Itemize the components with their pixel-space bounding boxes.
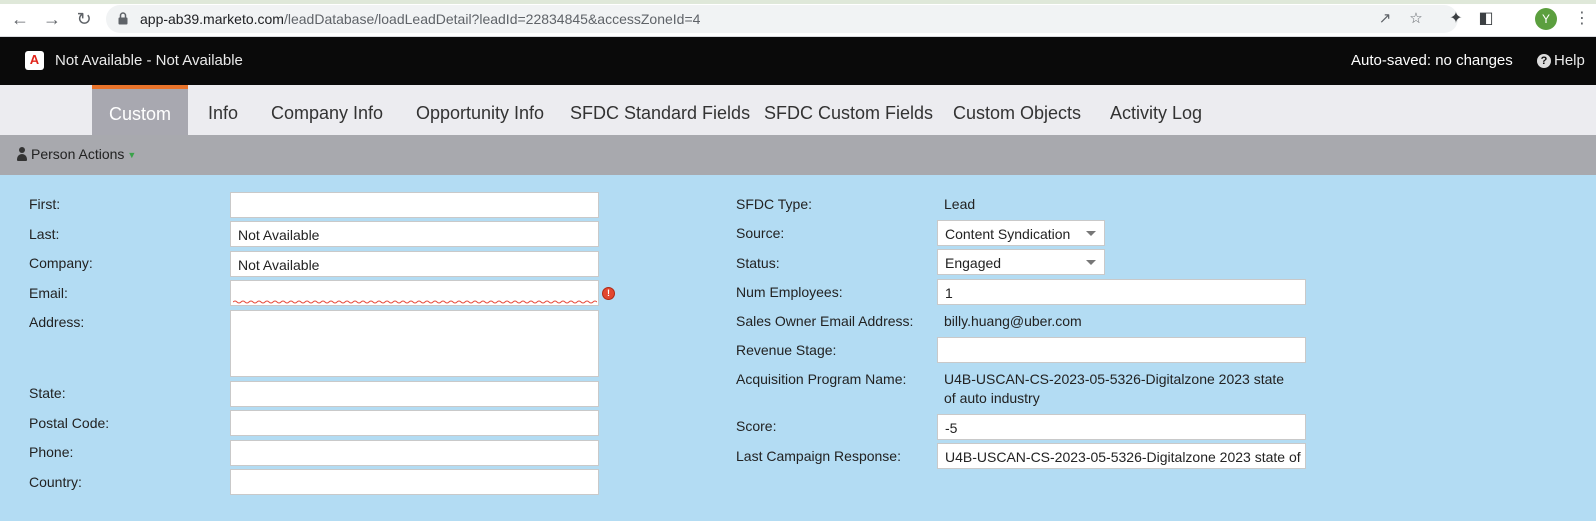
chevron-down-icon bbox=[1086, 231, 1096, 236]
first-name-label: First: bbox=[29, 196, 61, 212]
address-label: Address: bbox=[29, 314, 85, 330]
lock-icon bbox=[118, 12, 128, 25]
tab-custom[interactable]: Custom bbox=[92, 85, 188, 135]
error-icon[interactable]: ! bbox=[602, 287, 615, 300]
autosave-status: Auto-saved: no changes bbox=[1351, 52, 1513, 69]
phone-field[interactable] bbox=[230, 440, 599, 466]
back-arrow-icon[interactable]: ← bbox=[10, 9, 30, 29]
status-value: Engaged bbox=[945, 255, 1002, 271]
last-name-field[interactable]: Not Available bbox=[230, 221, 599, 247]
url-path: /leadDatabase/loadLeadDetail?leadId=2283… bbox=[283, 11, 701, 27]
forward-arrow-icon[interactable]: → bbox=[42, 9, 62, 29]
revenue-stage-label: Revenue Stage: bbox=[736, 342, 837, 358]
person-actions-menu[interactable]: Person Actions ▼ bbox=[16, 146, 136, 162]
tab-activity-log[interactable]: Activity Log bbox=[1103, 85, 1209, 135]
acquisition-program-value-line2: of auto industry bbox=[944, 390, 1040, 406]
last-campaign-response-field[interactable]: U4B-USCAN-CS-2023-05-5326-Digitalzone 20… bbox=[937, 443, 1306, 469]
tab-info[interactable]: Info bbox=[196, 85, 250, 135]
tab-company-info[interactable]: Company Info bbox=[265, 85, 389, 135]
more-icon[interactable]: ⋮ bbox=[1574, 9, 1590, 29]
chevron-down-icon bbox=[1086, 260, 1096, 265]
email-label: Email: bbox=[29, 285, 68, 301]
source-value: Content Syndication bbox=[945, 226, 1071, 242]
status-select[interactable]: Engaged bbox=[937, 249, 1105, 275]
acquisition-program-label: Acquisition Program Name: bbox=[736, 371, 907, 387]
share-icon[interactable]: ↗ bbox=[1376, 10, 1394, 28]
revenue-stage-field[interactable] bbox=[937, 337, 1306, 363]
adobe-logo-icon[interactable]: A bbox=[25, 51, 44, 70]
star-icon[interactable]: ☆ bbox=[1407, 10, 1425, 28]
company-label: Company: bbox=[29, 255, 93, 271]
acquisition-program-value-line1: U4B-USCAN-CS-2023-05-5326-Digitalzone 20… bbox=[944, 371, 1285, 387]
tab-sfdc-standard-fields[interactable]: SFDC Standard Fields bbox=[570, 85, 750, 135]
profile-avatar[interactable]: Y bbox=[1535, 8, 1557, 30]
num-employees-field[interactable]: 1 bbox=[937, 279, 1306, 305]
validation-underline bbox=[233, 300, 597, 304]
last-campaign-response-label: Last Campaign Response: bbox=[736, 448, 901, 464]
reload-icon[interactable]: ↻ bbox=[74, 9, 94, 29]
browser-toolbar: ← → ↻ app-ab39.marketo.com/leadDatabase/… bbox=[0, 0, 1596, 37]
sfdc-type-label: SFDC Type: bbox=[736, 196, 812, 212]
last-name-label: Last: bbox=[29, 226, 60, 242]
sales-owner-email-value: billy.huang@uber.com bbox=[944, 313, 1082, 329]
person-icon bbox=[16, 147, 27, 161]
postal-code-label: Postal Code: bbox=[29, 415, 110, 431]
tab-bar: Custom Info Company Info Opportunity Inf… bbox=[0, 85, 1596, 135]
tab-custom-objects[interactable]: Custom Objects bbox=[948, 85, 1086, 135]
first-name-field[interactable] bbox=[230, 192, 599, 218]
state-field[interactable] bbox=[230, 381, 599, 407]
help-icon: ? bbox=[1537, 54, 1551, 68]
tab-opportunity-info[interactable]: Opportunity Info bbox=[407, 85, 553, 135]
phone-label: Phone: bbox=[29, 444, 74, 460]
score-label: Score: bbox=[736, 418, 777, 434]
page-title: Not Available - Not Available bbox=[55, 52, 243, 69]
status-label: Status: bbox=[736, 255, 780, 271]
extensions-icon[interactable]: ✦ bbox=[1446, 9, 1466, 29]
side-panel-icon[interactable]: ◧ bbox=[1476, 9, 1496, 29]
address-bar[interactable]: app-ab39.marketo.com/leadDatabase/loadLe… bbox=[106, 5, 1458, 33]
address-field[interactable] bbox=[230, 310, 599, 377]
postal-code-field[interactable] bbox=[230, 410, 599, 436]
state-label: State: bbox=[29, 385, 66, 401]
sales-owner-email-label: Sales Owner Email Address: bbox=[736, 313, 914, 329]
source-select[interactable]: Content Syndication bbox=[937, 220, 1105, 246]
person-actions-label: Person Actions bbox=[31, 146, 125, 162]
country-field[interactable] bbox=[230, 469, 599, 495]
source-label: Source: bbox=[736, 225, 785, 241]
help-link[interactable]: ? Help bbox=[1537, 52, 1585, 69]
num-employees-label: Num Employees: bbox=[736, 284, 843, 300]
url-host: app-ab39.marketo.com bbox=[140, 11, 284, 27]
company-field[interactable]: Not Available bbox=[230, 251, 599, 277]
score-field[interactable]: -5 bbox=[937, 414, 1306, 440]
country-label: Country: bbox=[29, 474, 82, 490]
dropdown-arrow-icon: ▼ bbox=[127, 150, 137, 160]
app-header: A Not Available - Not Available Auto-sav… bbox=[0, 37, 1596, 85]
url-text: app-ab39.marketo.com/leadDatabase/loadLe… bbox=[140, 11, 700, 27]
tab-sfdc-custom-fields[interactable]: SFDC Custom Fields bbox=[764, 85, 933, 135]
actions-bar: Person Actions ▼ bbox=[0, 135, 1596, 175]
browser-tab-strip-edge bbox=[0, 0, 1596, 4]
help-label: Help bbox=[1554, 52, 1585, 69]
sfdc-type-value: Lead bbox=[944, 196, 976, 212]
